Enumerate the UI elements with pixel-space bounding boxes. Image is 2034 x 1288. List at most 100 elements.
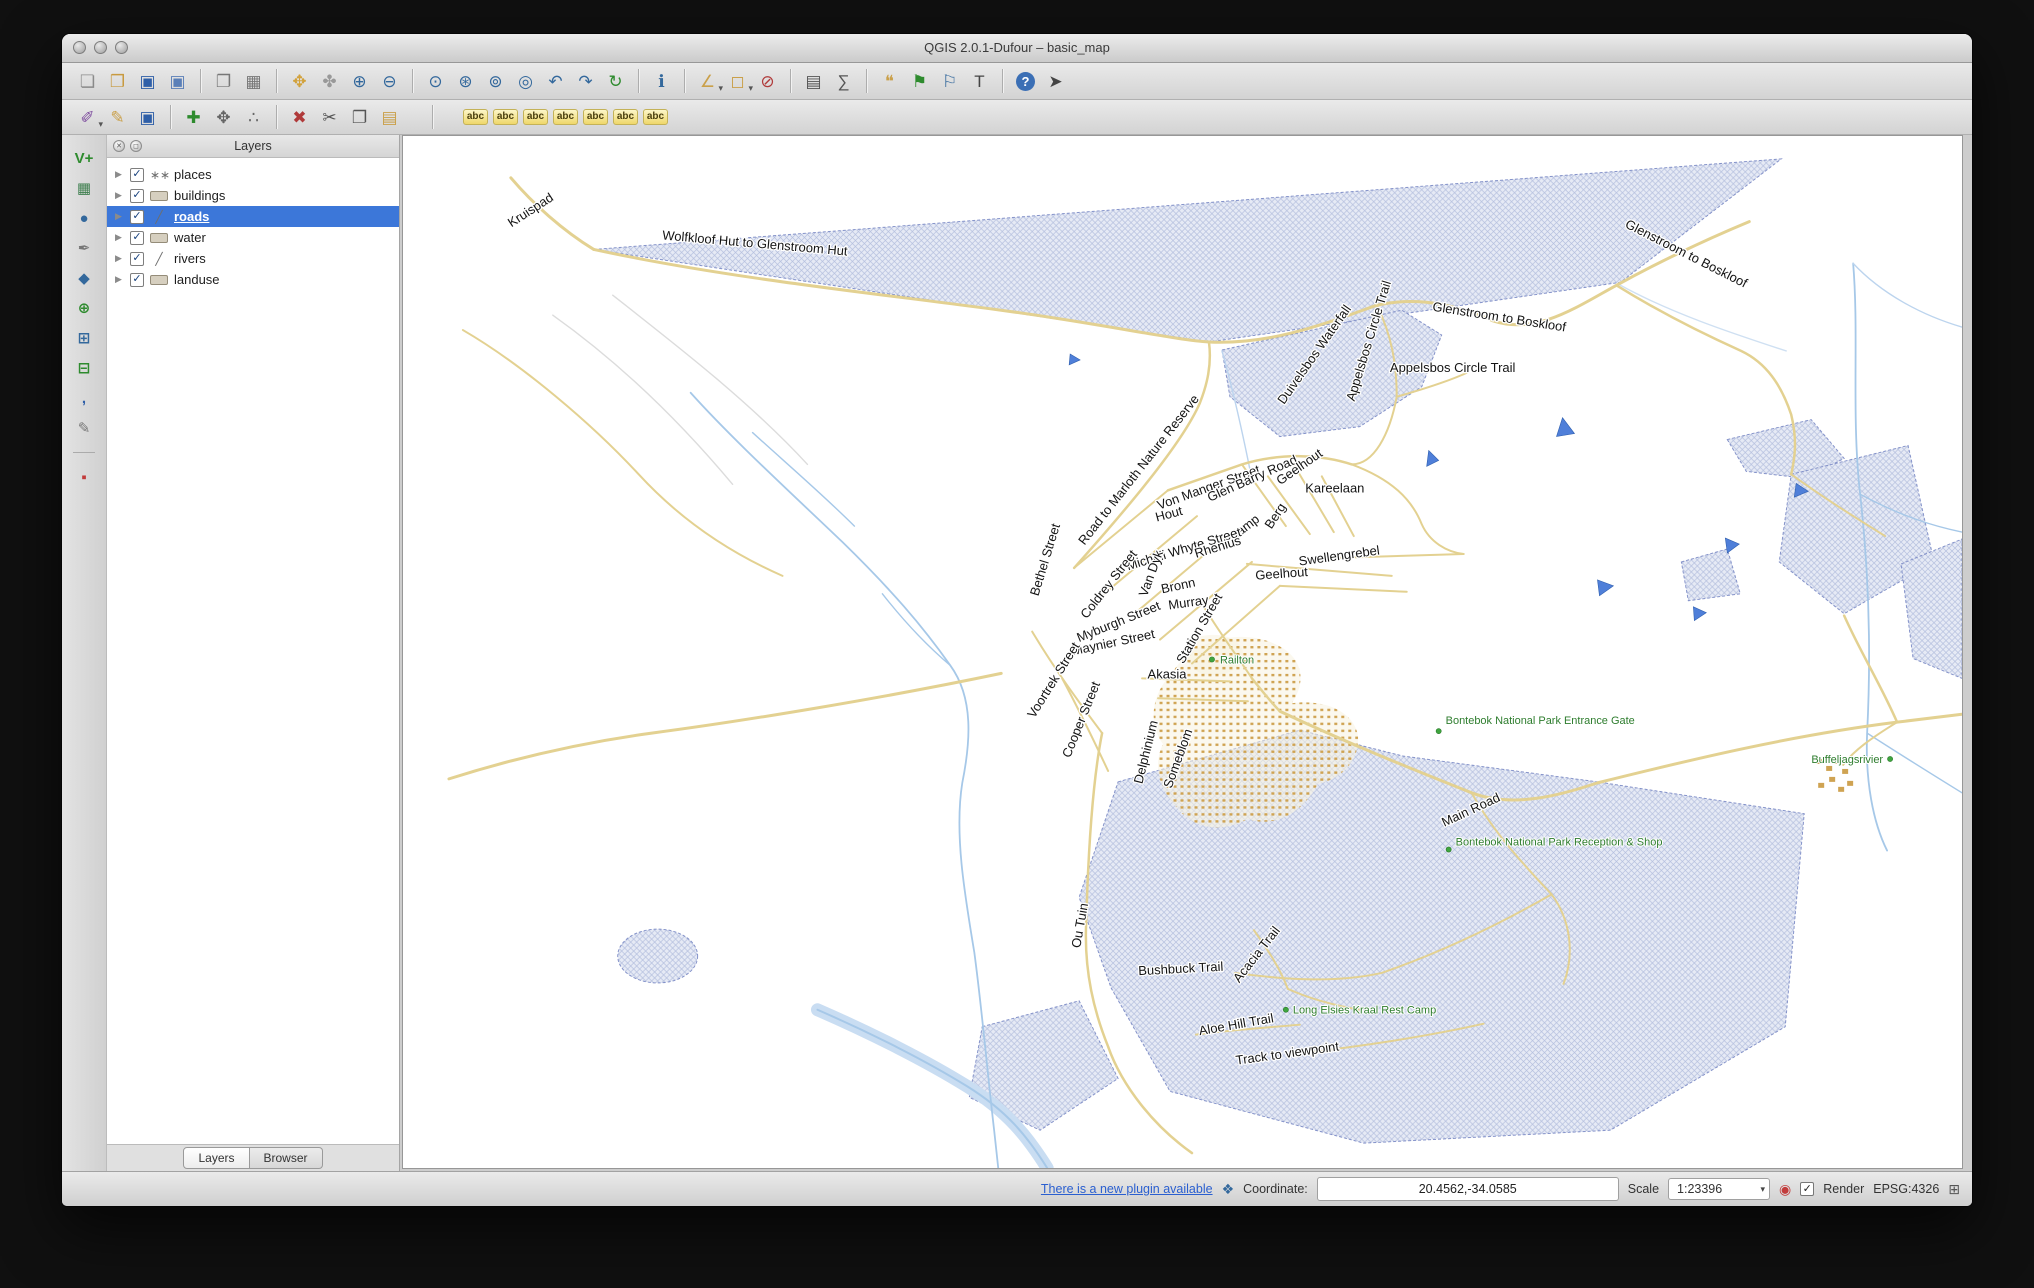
remove-layer-group[interactable]: ▪ (71, 464, 97, 490)
open-project[interactable]: ❒ (104, 68, 131, 95)
combo-arrow-icon[interactable]: ▾ (1761, 1184, 1766, 1195)
text-annotation-glyph: T (974, 73, 984, 90)
zoom-out-glyph: ⊖ (382, 73, 396, 90)
current-edits[interactable]: ✐▾ (74, 104, 101, 131)
layer-checkbox[interactable]: ✓ (130, 210, 144, 224)
expand-arrow-icon[interactable]: ▶ (115, 232, 124, 243)
toggle-editing[interactable]: ✎ (104, 104, 131, 131)
cut-features[interactable]: ✂ (316, 104, 343, 131)
paste-features[interactable]: ▤ (376, 104, 403, 131)
layer-row-roads[interactable]: ▶✓╱roads (107, 206, 399, 227)
deselect-features[interactable]: ⊘ (754, 68, 781, 95)
layer-row-water[interactable]: ▶✓water (107, 227, 399, 248)
select-features[interactable]: ◻▾ (724, 68, 751, 95)
add-delimited-text-layer[interactable]: , (71, 385, 97, 411)
desktop: { "window": { "title": "QGIS 2.0.1-Dufou… (0, 0, 2034, 1288)
move-label[interactable]: abc (582, 104, 609, 131)
add-wms-layer[interactable]: ⊕ (71, 295, 97, 321)
layer-labeling-options[interactable]: abc (462, 104, 489, 131)
layer-checkbox[interactable]: ✓ (130, 231, 144, 245)
add-mssql-layer[interactable]: ◆ (71, 265, 97, 291)
epsg-label[interactable]: EPSG:4326 (1873, 1182, 1939, 1196)
panel-close-icon[interactable]: ✕ (113, 140, 125, 152)
zoom-full[interactable]: ⊛ (452, 68, 479, 95)
add-wfs-layer[interactable]: ⊟ (71, 355, 97, 381)
refresh-map[interactable]: ↻ (602, 68, 629, 95)
layers-panel-title: Layers (107, 139, 399, 153)
whats-this[interactable]: ➤ (1042, 68, 1069, 95)
pin-unpin-labels[interactable]: abc (492, 104, 519, 131)
layer-checkbox[interactable]: ✓ (130, 273, 144, 287)
new-shapefile-layer[interactable]: ✎ (71, 415, 97, 441)
crs-status-icon[interactable]: ⊞ (1948, 1182, 1960, 1196)
zoom-to-layer[interactable]: ◎ (512, 68, 539, 95)
deselect-features-glyph: ⊘ (760, 73, 774, 90)
highlight-pinned-labels[interactable]: abc (522, 104, 549, 131)
tab-layers[interactable]: Layers (183, 1147, 249, 1169)
zoom-native[interactable]: ⊙ (422, 68, 449, 95)
add-raster-layer[interactable]: ▦ (71, 175, 97, 201)
composer-manager[interactable]: ▦ (240, 68, 267, 95)
add-postgis-layer[interactable]: ● (71, 205, 97, 231)
expand-arrow-icon[interactable]: ▶ (115, 190, 124, 201)
add-vector-layer[interactable]: V+ (71, 145, 97, 171)
delete-selected[interactable]: ✖ (286, 104, 313, 131)
copy-features[interactable]: ❐ (346, 104, 373, 131)
layer-checkbox[interactable]: ✓ (130, 252, 144, 266)
dropdown-arrow-icon[interactable]: ▾ (718, 83, 723, 94)
measure[interactable]: ∠▾ (694, 68, 721, 95)
layer-row-landuse[interactable]: ▶✓landuse (107, 269, 399, 290)
help-contents[interactable]: ? (1012, 68, 1039, 95)
layer-row-rivers[interactable]: ▶✓╱rivers (107, 248, 399, 269)
add-wcs-layer[interactable]: ⊞ (71, 325, 97, 351)
pan-map[interactable]: ✥ (286, 68, 313, 95)
identify-features[interactable]: ℹ (648, 68, 675, 95)
zoom-to-selection[interactable]: ⊚ (482, 68, 509, 95)
stop-rendering-icon[interactable]: ◉ (1779, 1182, 1791, 1196)
show-hide-labels[interactable]: abc (552, 104, 579, 131)
render-checkbox[interactable]: ✓ (1800, 1182, 1814, 1196)
zoom-out[interactable]: ⊖ (376, 68, 403, 95)
save-project-as[interactable]: ▣ (164, 68, 191, 95)
new-plugin-link[interactable]: There is a new plugin available (1041, 1182, 1213, 1196)
tab-browser[interactable]: Browser (250, 1147, 323, 1169)
scale-combo[interactable]: 1:23396 ▾ (1668, 1178, 1770, 1200)
expand-arrow-icon[interactable]: ▶ (115, 253, 124, 264)
save-project[interactable]: ▣ (134, 68, 161, 95)
map-tips[interactable]: ❝ (876, 68, 903, 95)
expand-arrow-icon[interactable]: ▶ (115, 274, 124, 285)
add-spatialite-layer[interactable]: ✒ (71, 235, 97, 261)
layer-polygon-icon (150, 191, 168, 201)
toolbar-separator (866, 69, 867, 93)
layer-checkbox[interactable]: ✓ (130, 189, 144, 203)
map-canvas[interactable]: KruispadWolfkloof Hut to Glenstroom HutG… (402, 135, 1963, 1169)
layer-row-buildings[interactable]: ▶✓buildings (107, 185, 399, 206)
zoom-next[interactable]: ↷ (572, 68, 599, 95)
move-feature[interactable]: ✥ (210, 104, 237, 131)
plugin-icon[interactable]: ❖ (1222, 1182, 1235, 1196)
node-tool[interactable]: ∴ (240, 104, 267, 131)
delete-selected-glyph: ✖ (292, 109, 306, 126)
pan-to-selection[interactable]: ✤ (316, 68, 343, 95)
change-label-properties[interactable]: abc (642, 104, 669, 131)
panel-float-icon[interactable]: ◻ (130, 140, 142, 152)
zoom-in[interactable]: ⊕ (346, 68, 373, 95)
field-calculator[interactable]: ∑ (830, 68, 857, 95)
rotate-label[interactable]: abc (612, 104, 639, 131)
new-bookmark[interactable]: ⚑ (906, 68, 933, 95)
new-print-composer[interactable]: ❐ (210, 68, 237, 95)
expand-arrow-icon[interactable]: ▶ (115, 169, 124, 180)
save-layer-edits[interactable]: ▣ (134, 104, 161, 131)
coordinate-input[interactable] (1317, 1177, 1619, 1201)
show-bookmarks[interactable]: ⚐ (936, 68, 963, 95)
open-attribute-table[interactable]: ▤ (800, 68, 827, 95)
expand-arrow-icon[interactable]: ▶ (115, 211, 124, 222)
layer-checkbox[interactable]: ✓ (130, 168, 144, 182)
layer-row-places[interactable]: ▶✓∗∗places (107, 164, 399, 185)
new-project[interactable]: ❏ (74, 68, 101, 95)
text-annotation[interactable]: T (966, 68, 993, 95)
add-feature[interactable]: ✚ (180, 104, 207, 131)
dropdown-arrow-icon[interactable]: ▾ (748, 83, 753, 94)
dropdown-arrow-icon[interactable]: ▾ (98, 119, 103, 130)
zoom-last[interactable]: ↶ (542, 68, 569, 95)
